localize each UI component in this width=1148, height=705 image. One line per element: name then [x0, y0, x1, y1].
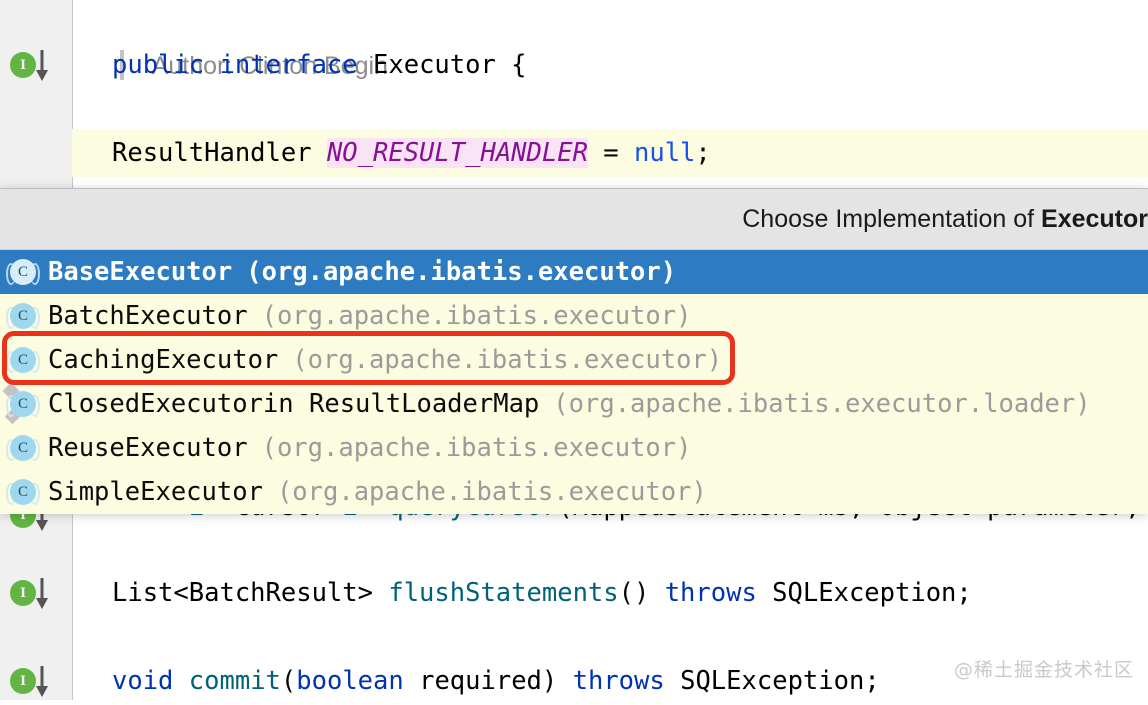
- class-icon: C: [6, 343, 40, 377]
- code-token: void: [112, 666, 174, 696]
- code-token: >: [358, 513, 389, 522]
- implementation-list-item[interactable]: C BaseExecutor (org.apache.ibatis.executor…: [0, 250, 1148, 294]
- implementation-package: (org.apache.ibatis.executor): [261, 433, 692, 463]
- class-icon: C: [2, 382, 40, 425]
- class-icon-letter: C: [10, 347, 36, 373]
- implemented-marker-icon[interactable]: I: [10, 664, 56, 698]
- implementation-class-name: ClosedExecutor: [48, 389, 263, 419]
- javadoc-author-line: Author: Clinton Begin: [72, 0, 1148, 80]
- popup-title-prefix: Choose Implementation of: [742, 204, 1042, 233]
- code-token: ;: [695, 138, 711, 168]
- code-line-text: ResultHandler NO_RESULT_HANDLER = null;: [72, 129, 711, 177]
- code-token: flushStatements: [388, 578, 619, 608]
- implementation-class-name: BaseExecutor: [48, 257, 233, 287]
- code-line-text: public interface Executor {: [72, 41, 527, 89]
- implementation-enclosing-class: in ResultLoaderMap: [262, 389, 540, 419]
- code-token: (: [280, 666, 297, 696]
- code-token: interface: [219, 50, 358, 80]
- class-icon: C: [6, 475, 40, 509]
- code-token: ResultHandler: [112, 138, 327, 168]
- implementation-class-name: SimpleExecutor: [48, 477, 263, 507]
- implementation-package: (org.apache.ibatis.executor): [292, 345, 723, 375]
- code-token: throws: [572, 666, 665, 696]
- code-token: (MappedStatement ms, Object parameter,: [557, 513, 1148, 522]
- implementation-list-item[interactable]: C SimpleExecutor (org.apache.ibatis.execut…: [0, 470, 1148, 514]
- code-token: null: [634, 138, 696, 168]
- choose-implementation-popup[interactable]: Choose Implementation of Executor C BaseE…: [0, 188, 1148, 514]
- implementation-list-item[interactable]: C CachingExecutor (org.apache.ibatis.execu…: [0, 338, 1148, 382]
- code-token: boolean: [296, 666, 404, 696]
- popup-title-target: Executor: [1041, 204, 1148, 233]
- code-line-flush-statements[interactable]: List<BatchResult> flushStatements() thro…: [72, 569, 1148, 617]
- implementation-list[interactable]: C BaseExecutor (org.apache.ibatis.executor…: [0, 250, 1148, 514]
- code-token: NO_RESULT_HANDLER: [326, 138, 588, 168]
- arrow-down-icon: [36, 50, 48, 81]
- implementation-package: (org.apache.ibatis.executor.loader): [553, 389, 1091, 419]
- code-token: throws: [664, 578, 757, 608]
- watermark: @稀土掘金技术社区: [953, 659, 1134, 681]
- code-token: queryCursor: [388, 513, 557, 522]
- code-token: Executor {: [357, 50, 527, 80]
- class-icon-letter: C: [10, 391, 36, 417]
- implemented-marker-label: I: [10, 668, 36, 694]
- code-token: List<BatchResult>: [112, 578, 389, 608]
- code-token: E: [342, 513, 357, 522]
- class-icon: C: [6, 299, 40, 333]
- class-icon: C: [6, 255, 40, 289]
- class-icon-letter: C: [10, 303, 36, 329]
- code-token: <E>: [112, 513, 235, 522]
- implementation-class-name: CachingExecutor: [48, 345, 279, 375]
- implementation-class-name: ReuseExecutor: [48, 433, 248, 463]
- code-token: commit: [188, 666, 281, 696]
- popup-title-bar: Choose Implementation of Executor: [0, 188, 1148, 250]
- code-token: Cursor<: [235, 513, 342, 522]
- code-token: (): [618, 578, 665, 608]
- arrow-down-icon: [36, 666, 48, 697]
- code-token: required): [403, 666, 573, 696]
- popup-title: Choose Implementation of Executor: [742, 205, 1148, 234]
- code-line-no-result-handler-field[interactable]: ResultHandler NO_RESULT_HANDLER = null;: [72, 129, 1148, 177]
- class-icon: C: [6, 431, 40, 465]
- arrow-down-icon: [36, 578, 48, 609]
- code-token: SQLException;: [664, 666, 880, 696]
- implementation-package: (org.apache.ibatis.executor): [246, 257, 677, 287]
- class-icon-letter: C: [10, 259, 36, 285]
- implemented-marker-icon[interactable]: I: [10, 576, 56, 610]
- code-line-interface-decl[interactable]: public interface Executor {: [72, 41, 1148, 89]
- implemented-marker-label: I: [10, 580, 36, 606]
- implemented-marker-label: I: [10, 52, 36, 78]
- code-line-text: void commit(boolean required) throws SQL…: [72, 657, 880, 705]
- clipped-code-line: <E> Cursor<E> queryCursor(MappedStatemen…: [0, 513, 1148, 531]
- class-icon-letter: C: [10, 435, 36, 461]
- implementation-list-item[interactable]: C ClosedExecutor in ResultLoaderMap (org.a…: [0, 382, 1148, 426]
- implemented-marker-icon[interactable]: I: [10, 48, 56, 82]
- code-token: public: [112, 50, 205, 80]
- code-line-text: List<BatchResult> flushStatements() thro…: [72, 569, 972, 617]
- class-icon-letter: C: [10, 479, 36, 505]
- implementation-package: (org.apache.ibatis.executor): [276, 477, 707, 507]
- implementation-package: (org.apache.ibatis.executor): [261, 301, 692, 331]
- code-token: =: [587, 138, 634, 168]
- code-token: SQLException;: [756, 578, 972, 608]
- implementation-class-name: BatchExecutor: [48, 301, 248, 331]
- implementation-list-item[interactable]: C BatchExecutor (org.apache.ibatis.executo…: [0, 294, 1148, 338]
- implementation-list-item[interactable]: C ReuseExecutor (org.apache.ibatis.executo…: [0, 426, 1148, 470]
